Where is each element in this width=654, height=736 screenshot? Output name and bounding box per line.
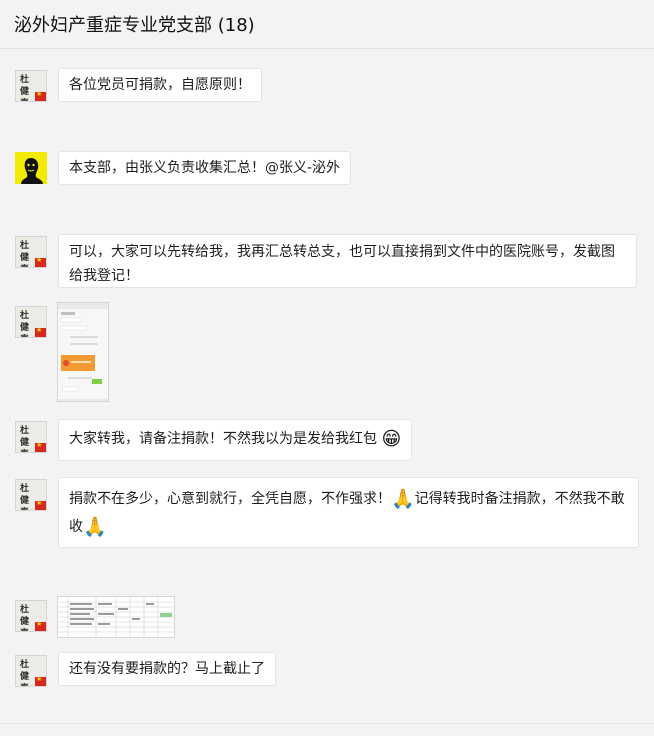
- message-bubble[interactable]: 还有没有要捐款的？马上截止了: [58, 652, 276, 686]
- message-bubble[interactable]: 捐款不在多少，心意到就行，全凭自愿，不作强求！🙏记得转我时备注捐款，不然我不敢收…: [58, 477, 639, 548]
- chat-screenshot-image: [58, 303, 108, 401]
- chat-screenshot-thumbnail[interactable]: [57, 302, 109, 402]
- flag-icon: ★: [35, 90, 46, 101]
- avatar[interactable]: 杜 健 春 鼎 ★: [15, 236, 47, 268]
- input-area-edge: [0, 723, 654, 736]
- message-text: 本支部，由张义负责收集汇总！@张义-泌外: [69, 160, 341, 176]
- avatar[interactable]: 杜 健 春 鼎 ★: [15, 655, 47, 687]
- flag-icon: ★: [35, 441, 46, 452]
- avatar[interactable]: 杜 健 春 鼎 ★: [15, 306, 47, 338]
- message-text: 各位党员可捐款，自愿原则！: [69, 77, 251, 93]
- chat-title[interactable]: 泌外妇产重症专业党支部 (18): [14, 11, 255, 37]
- flag-icon: ★: [35, 620, 46, 631]
- flag-icon: ★: [35, 326, 46, 337]
- message-bubble[interactable]: 可以，大家可以先转给我，我再汇总转总支，也可以直接捐到文件中的医院账号，发截图给…: [58, 234, 637, 288]
- flag-icon: ★: [35, 675, 46, 686]
- message-bubble[interactable]: 各位党员可捐款，自愿原则！: [58, 68, 262, 102]
- chat-header: 泌外妇产重症专业党支部 (18): [0, 0, 654, 49]
- grin-emoji-icon: 😁: [381, 428, 402, 450]
- silhouette-portrait-icon: [15, 152, 47, 184]
- avatar[interactable]: 杜 健 春 鼎 ★: [15, 600, 47, 632]
- message-bubble[interactable]: 大家转我，请备注捐款！不然我以为是发给我红包 😁: [58, 419, 413, 461]
- spreadsheet-image: [58, 597, 174, 637]
- avatar[interactable]: 杜 健 春 鼎 ★: [15, 70, 47, 102]
- clasp-hands-emoji-icon: 🙏: [83, 516, 107, 538]
- clasp-hands-emoji-icon: 🙏: [391, 488, 415, 510]
- spreadsheet-thumbnail[interactable]: [57, 596, 175, 638]
- flag-icon: ★: [35, 499, 46, 510]
- message-text: 大家转我，请备注捐款！不然我以为是发给我红包: [69, 431, 377, 447]
- avatar[interactable]: 杜 健 春 鼎 ★: [15, 479, 47, 511]
- flag-icon: ★: [35, 256, 46, 267]
- message-bubble[interactable]: 本支部，由张义负责收集汇总！@张义-泌外: [58, 151, 352, 185]
- message-text: 还有没有要捐款的？马上截止了: [69, 661, 265, 677]
- message-text: 可以，大家可以先转给我，我再汇总转总支，也可以直接捐到文件中的医院账号，发截图给…: [69, 244, 615, 284]
- avatar[interactable]: [15, 152, 47, 184]
- message-text: 捐款不在多少，心意到就行，全凭自愿，不作强求！: [69, 491, 391, 507]
- avatar[interactable]: 杜 健 春 鼎 ★: [15, 421, 47, 453]
